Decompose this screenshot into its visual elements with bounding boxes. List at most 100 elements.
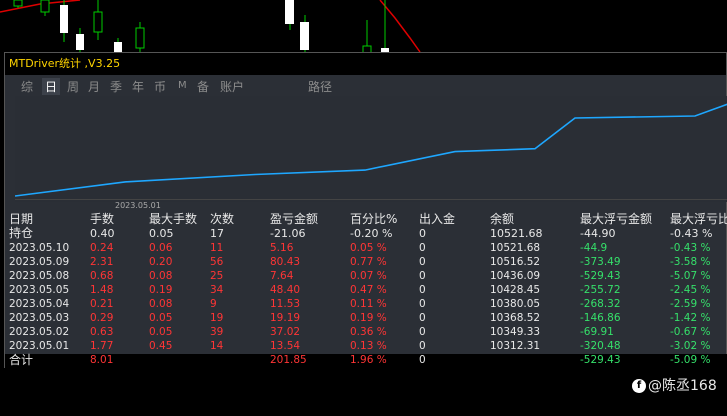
cell-balance: 10312.31: [490, 340, 541, 352]
moving-average-line-right: [379, 0, 421, 53]
table-row[interactable]: 2023.05.10 0.24 0.06 11 5.16 0.05 % 0 10521.68 -…: [5, 242, 727, 255]
cell-deposit: 0: [419, 298, 426, 310]
cell-lots: 0.68: [90, 270, 114, 282]
statistics-panel: MTDriver统计 ,V3.25 综 日 周 月 季 年 币 M 备 账户 路…: [4, 52, 727, 368]
tab-year[interactable]: 年: [132, 78, 144, 95]
cell-max-lots: 0.08: [149, 270, 173, 282]
tab-month[interactable]: 月: [88, 78, 100, 95]
tab-summary[interactable]: 综: [21, 78, 33, 95]
cell-pct: 0.47 %: [350, 284, 387, 296]
cell-max-lots: 0.08: [149, 298, 173, 310]
cell-max-drawdown-pct: -5.09 %: [670, 354, 711, 366]
cell-deposit: 0: [419, 256, 426, 268]
table-row[interactable]: 2023.05.02 0.63 0.05 39 37.02 0.36 % 0 10349.33…: [5, 326, 727, 339]
header-max-drawdown[interactable]: 最大浮亏金额: [580, 213, 652, 226]
cell-lots: 2.31: [90, 256, 114, 268]
cell-max-drawdown: -373.49: [580, 256, 621, 268]
cell-max-lots: 0.05: [149, 227, 174, 240]
cell-max-drawdown-pct: -1.42 %: [670, 312, 711, 324]
header-balance[interactable]: 余额: [490, 213, 514, 226]
cell-max-drawdown: -44.9: [580, 242, 608, 254]
cell-deposit: 0: [419, 242, 426, 254]
cell-lots: 0.24: [90, 242, 114, 254]
table-row[interactable]: 2023.05.08 0.68 0.08 25 7.64 0.07 % 0 10436.09 -…: [5, 270, 727, 283]
cell-max-drawdown: -255.72: [580, 284, 621, 296]
header-pnl[interactable]: 盈亏金额: [270, 213, 318, 226]
cell-count: 56: [210, 256, 224, 268]
cell-max-drawdown-pct: -0.67 %: [670, 326, 711, 338]
cell-pnl: 48.40: [270, 284, 301, 296]
tab-bar: 综 日 周 月 季 年 币 M 备 账户 路径: [5, 75, 726, 97]
cell-pnl: 11.53: [270, 298, 301, 310]
tab-account[interactable]: 账户: [220, 78, 244, 95]
watermark-text: @陈丞168: [648, 378, 717, 394]
cell-date: 2023.05.03: [9, 312, 70, 324]
cell-max-drawdown-pct: -2.45 %: [670, 284, 711, 296]
cell-lots: 0.40: [90, 227, 115, 240]
table-row[interactable]: 2023.05.09 2.31 0.20 56 80.43 0.77 % 0 10516.52…: [5, 256, 727, 269]
cell-pct: 0.77 %: [350, 256, 387, 268]
table-row[interactable]: 2023.05.04 0.21 0.08 9 11.53 0.11 % 0 10380.05 -…: [5, 298, 727, 311]
curve-date-label: 2023.05.01: [115, 201, 161, 210]
header-max-drawdown-pct[interactable]: 最大浮亏比: [670, 213, 727, 226]
tab-day[interactable]: 日: [42, 78, 61, 95]
cell-date: 2023.05.08: [9, 270, 70, 282]
cell-max-drawdown-pct: -5.07 %: [670, 270, 711, 282]
total-row[interactable]: 合计 8.01 201.85 1.96 % 0 -529.43 -5.09 %: [5, 354, 727, 368]
cell-date: 持仓: [9, 226, 34, 240]
cell-max-lots: 0.06: [149, 242, 173, 254]
background-market-chart: [0, 0, 421, 58]
cell-max-drawdown: -44.90: [580, 227, 616, 240]
cell-balance: 10521.68: [490, 227, 543, 240]
cell-deposit: 0: [419, 326, 426, 338]
balance-curve: [14, 103, 727, 197]
cell-balance: 10516.52: [490, 256, 541, 268]
table-row[interactable]: 2023.05.01 1.77 0.45 14 13.54 0.13 % 0 10312.31…: [5, 340, 727, 353]
cell-max-lots: 0.19: [149, 284, 173, 296]
cell-lots: 0.21: [90, 298, 114, 310]
cell-max-drawdown: -146.86: [580, 312, 621, 324]
candles: [13, 0, 389, 58]
cell-max-drawdown-pct: -3.02 %: [670, 340, 711, 352]
header-pct[interactable]: 百分比%: [350, 213, 397, 226]
cell-max-drawdown-pct: -3.58 %: [670, 256, 711, 268]
table-row[interactable]: 2023.05.03 0.29 0.05 19 19.19 0.19 % 0 10368.52…: [5, 312, 727, 325]
cell-deposit: 0: [419, 312, 426, 324]
cell-max-drawdown-pct: -2.59 %: [670, 298, 711, 310]
cell-date: 2023.05.10: [9, 242, 70, 254]
tab-path[interactable]: 路径: [308, 78, 332, 95]
cell-balance: 10428.45: [490, 284, 541, 296]
holding-row[interactable]: 持仓 0.40 0.05 17 -21.06 -0.20 % 0 10521.6…: [5, 226, 727, 241]
cell-pnl: 201.85: [270, 354, 307, 366]
cell-max-drawdown: -529.43: [580, 270, 621, 282]
cell-count: 9: [210, 298, 217, 310]
cell-pnl: 37.02: [270, 326, 301, 338]
cell-count: 34: [210, 284, 224, 296]
cell-pct: 0.07 %: [350, 270, 387, 282]
cell-lots: 8.01: [90, 354, 114, 366]
table-row[interactable]: 2023.05.05 1.48 0.19 34 48.40 0.47 % 0 10428.45…: [5, 284, 727, 297]
cell-date: 2023.05.01: [9, 340, 70, 352]
cell-count: 39: [210, 326, 224, 338]
tab-currency[interactable]: 币: [154, 78, 166, 95]
header-date[interactable]: 日期: [9, 213, 33, 226]
header-lots[interactable]: 手数: [90, 213, 114, 226]
header-max-lots[interactable]: 最大手数: [149, 213, 197, 226]
tab-notes[interactable]: 备: [197, 78, 209, 95]
tab-quarter[interactable]: 季: [110, 78, 122, 95]
curve-axis: [15, 199, 727, 200]
panel-title[interactable]: MTDriver统计 ,V3.25: [5, 53, 726, 75]
cell-count: 11: [210, 242, 224, 254]
table-header: 日期 手数 最大手数 次数 盈亏金额 百分比% 出入金 余额 最大浮亏金额 最大…: [5, 213, 727, 226]
cell-date: 合计: [9, 353, 34, 367]
header-count[interactable]: 次数: [210, 213, 234, 226]
cell-pct: 1.96 %: [350, 354, 387, 366]
cell-pct: 0.13 %: [350, 340, 387, 352]
cell-balance: 10349.33: [490, 326, 541, 338]
header-deposit[interactable]: 出入金: [419, 213, 455, 226]
weibo-logo-icon: f: [632, 379, 646, 393]
tab-magic[interactable]: M: [178, 80, 187, 91]
cell-lots: 1.48: [90, 284, 114, 296]
cell-count: 25: [210, 270, 224, 282]
tab-week[interactable]: 周: [67, 78, 79, 95]
